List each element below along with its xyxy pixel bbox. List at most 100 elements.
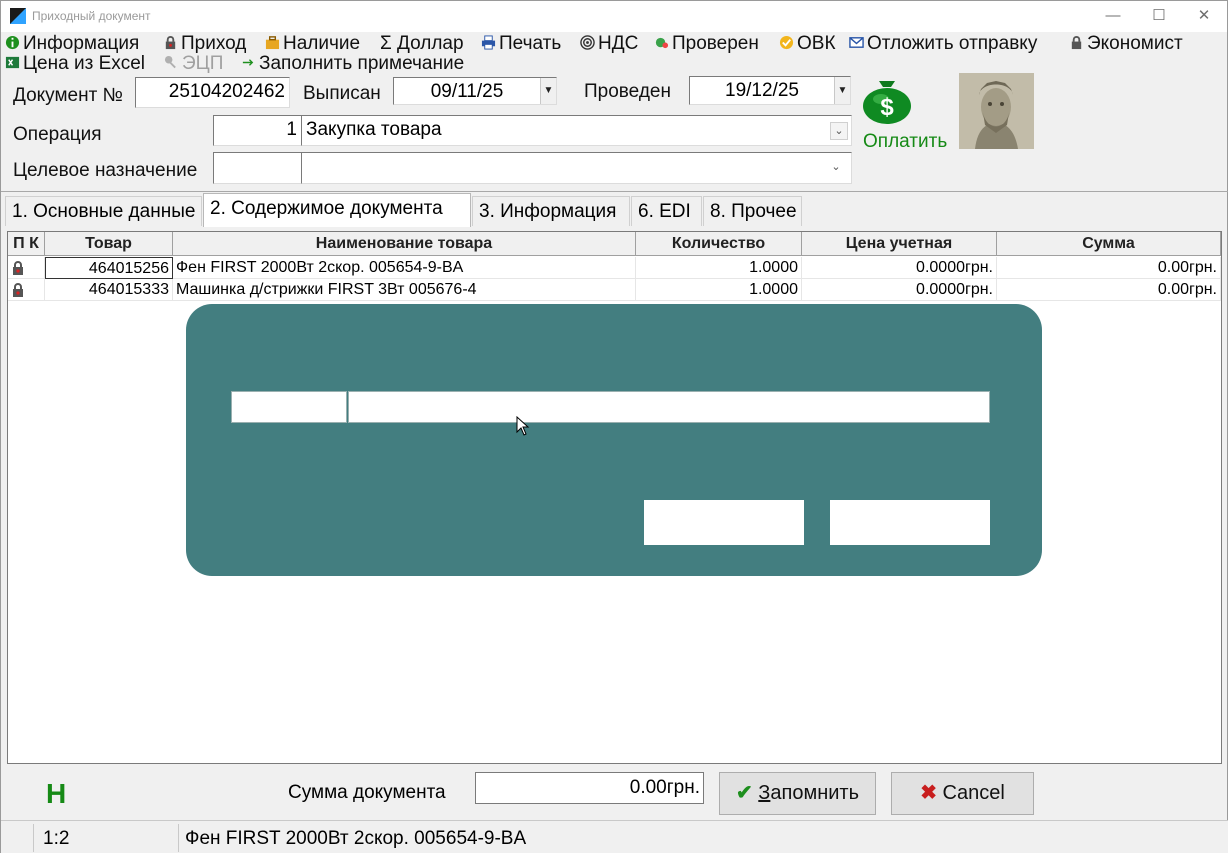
menu-postpone-send[interactable]: Отложить отправку — [849, 33, 1037, 55]
tab-document-contents[interactable]: 2. Содержимое документа — [203, 193, 471, 227]
product-code-cell[interactable]: 464015256 — [45, 257, 173, 279]
issued-label: Выписан — [303, 83, 381, 104]
footer-bar: Н Сумма документа 0.00грн. ✔ Запомнить ✖… — [1, 766, 1228, 818]
menu-income[interactable]: Приход — [163, 33, 246, 55]
dialog-text-input[interactable] — [348, 391, 990, 423]
product-name-cell[interactable]: Фен FIRST 2000Вт 2скор. 005654-9-BA — [173, 257, 636, 279]
purpose-label: Целевое назначение — [13, 160, 198, 181]
menu-economist[interactable]: Экономист — [1069, 33, 1183, 55]
menu-fill-note-label: Заполнить примечание — [259, 53, 465, 74]
maximize-button[interactable]: ☐ — [1136, 1, 1182, 32]
operation-chevron-down-icon[interactable]: ⌄ — [830, 122, 848, 140]
menu-dollar[interactable]: Σ Доллар — [380, 33, 464, 55]
sum-cell[interactable]: 0.00грн. — [997, 257, 1221, 279]
purpose-chevron-down-icon[interactable]: ⌄ — [827, 159, 845, 177]
sigma-icon: Σ — [380, 33, 398, 54]
menu-fill-note[interactable]: Заполнить примечание — [241, 53, 464, 75]
status-position: 1:2 — [43, 828, 70, 849]
purpose-code-field[interactable] — [213, 152, 302, 184]
portrait-image — [959, 73, 1034, 149]
dialog-ok-button[interactable] — [644, 500, 804, 545]
overlay-dialog — [186, 304, 1042, 576]
info-icon — [5, 35, 20, 50]
posted-label: Проведен — [584, 81, 671, 102]
posted-date-field[interactable]: 19/12/25 ▼ — [689, 76, 851, 105]
price-cell[interactable]: 0.0000грн. — [802, 279, 997, 301]
col-header-pk[interactable]: П К — [8, 232, 45, 256]
key-icon — [164, 55, 176, 69]
checkmark-icon: ✔ — [735, 782, 753, 804]
doc-no-field[interactable]: 25104202462 — [135, 77, 290, 108]
price-cell[interactable]: 0.0000грн. — [802, 257, 997, 279]
excel-icon — [5, 56, 20, 69]
status-divider — [33, 824, 34, 852]
minimize-button[interactable]: — — [1090, 1, 1136, 32]
close-icon: ✖ — [920, 782, 937, 804]
close-window-button[interactable]: ✕ — [1181, 1, 1227, 32]
menu-row-1: Информация Приход Наличие Σ Доллар Печат… — [1, 33, 1228, 55]
tab-edi[interactable]: 6. EDI — [631, 196, 702, 226]
pay-label[interactable]: Оплатить — [863, 131, 947, 153]
dialog-code-input[interactable] — [231, 391, 347, 423]
col-header-price[interactable]: Цена учетная — [802, 232, 997, 256]
table-row[interactable]: 464015333 Машинка д/стрижки FIRST 3Вт 00… — [8, 279, 1221, 301]
product-code-cell[interactable]: 464015333 — [45, 279, 173, 301]
menu-stock[interactable]: Наличие — [265, 33, 360, 55]
app-icon — [10, 8, 26, 24]
menu-print[interactable]: Печать — [481, 33, 561, 55]
row-status-cell — [8, 257, 45, 279]
menu-dollar-label: Доллар — [397, 33, 464, 54]
status-divider — [178, 824, 179, 852]
menu-info[interactable]: Информация — [5, 33, 139, 55]
sum-cell[interactable]: 0.00грн. — [997, 279, 1221, 301]
doc-no-label: Документ № — [13, 85, 123, 106]
menu-digital-signature[interactable]: ЭЦП — [164, 53, 223, 75]
col-header-sum[interactable]: Сумма — [997, 232, 1221, 256]
save-button[interactable]: ✔ Запомнить — [719, 772, 876, 815]
printer-icon — [481, 35, 496, 50]
menu-checked[interactable]: Проверен — [654, 33, 759, 55]
operation-name-combo[interactable]: Закупка товара ⌄ — [301, 115, 852, 146]
cancel-button-label: Cancel — [942, 782, 1005, 804]
issued-date-value: 09/11/25 — [430, 81, 504, 102]
cancel-button[interactable]: ✖ Cancel — [891, 772, 1034, 815]
ok-badge-icon — [779, 35, 794, 50]
lock-icon — [13, 261, 23, 275]
posted-date-dropdown-icon[interactable]: ▼ — [834, 77, 850, 104]
money-bag-icon[interactable]: $ — [859, 71, 915, 125]
col-header-quantity[interactable]: Количество — [636, 232, 802, 256]
document-sum-field: 0.00грн. — [475, 772, 704, 804]
save-button-accel: З — [758, 782, 771, 804]
menu-info-label: Информация — [23, 33, 140, 54]
issued-date-dropdown-icon[interactable]: ▼ — [540, 78, 556, 104]
operation-code-field[interactable]: 1 — [213, 115, 302, 146]
window-title: Приходный документ — [32, 9, 151, 23]
col-header-product[interactable]: Товар — [45, 232, 173, 256]
document-sum-label: Сумма документа — [288, 782, 446, 803]
quantity-cell[interactable]: 1.0000 — [636, 257, 802, 279]
issued-date-field[interactable]: 09/11/25 ▼ — [393, 77, 557, 105]
tab-information[interactable]: 3. Информация — [472, 196, 630, 226]
menu-price-from-excel[interactable]: Цена из Excel — [5, 53, 145, 75]
status-bar: 1:2 Фен FIRST 2000Вт 2скор. 005654-9-BA — [1, 820, 1228, 853]
purpose-name-combo[interactable]: ⌄ — [301, 152, 852, 184]
lock-icon — [1071, 36, 1082, 50]
col-header-product-name[interactable]: Наименование товара — [173, 232, 636, 256]
row-status-cell — [8, 279, 45, 301]
tab-main-data[interactable]: 1. Основные данные — [5, 196, 202, 226]
quantity-cell[interactable]: 1.0000 — [636, 279, 802, 301]
menu-price-from-excel-label: Цена из Excel — [23, 53, 146, 74]
menu-economist-label: Экономист — [1087, 33, 1183, 54]
tab-other[interactable]: 8. Прочее — [703, 196, 802, 226]
menu-ovk[interactable]: ОВК — [779, 33, 836, 55]
lock-icon — [13, 283, 23, 297]
briefcase-icon — [265, 36, 280, 50]
menu-ovk-label: ОВК — [797, 33, 836, 54]
status-current-item: Фен FIRST 2000Вт 2скор. 005654-9-BA — [185, 828, 527, 849]
menu-vat[interactable]: НДС — [580, 33, 638, 55]
target-icon — [580, 35, 595, 50]
menu-vat-label: НДС — [598, 33, 639, 54]
table-row[interactable]: 464015256 Фен FIRST 2000Вт 2скор. 005654… — [8, 257, 1221, 279]
product-name-cell[interactable]: Машинка д/стрижки FIRST 3Вт 005676-4 — [173, 279, 636, 301]
dialog-cancel-button[interactable] — [830, 500, 990, 545]
